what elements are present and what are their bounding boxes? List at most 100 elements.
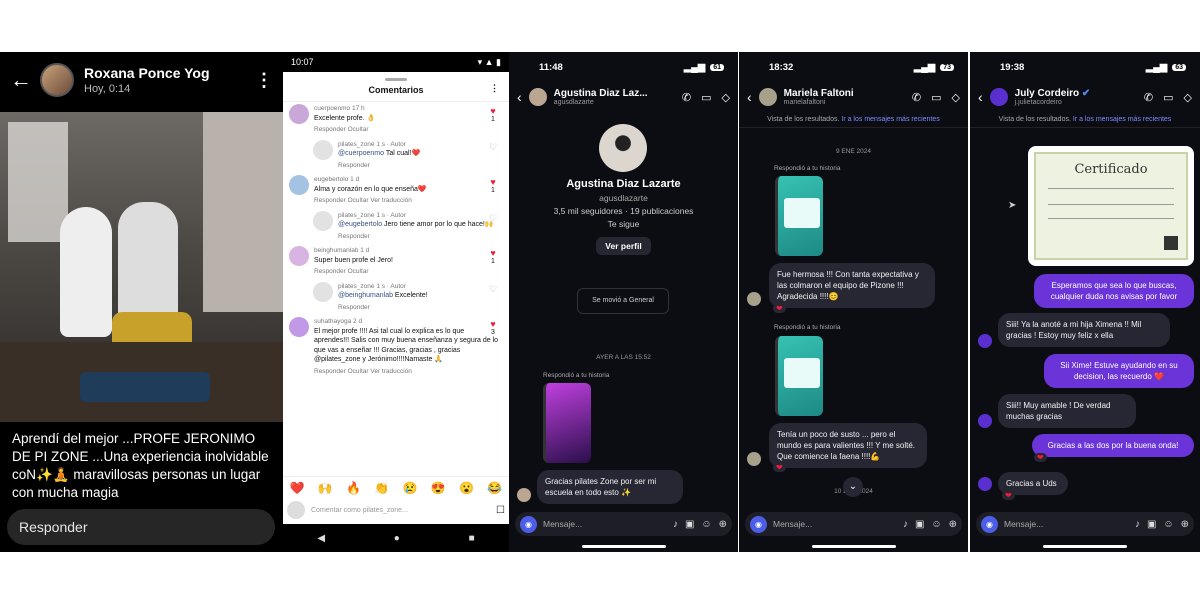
phone-icon[interactable]: ✆ — [682, 91, 691, 104]
comment-actions[interactable]: Responder Ocultar — [314, 267, 499, 277]
back-icon[interactable]: ‹ — [517, 89, 522, 105]
profile-photo[interactable] — [599, 124, 647, 172]
emoji-shortcut[interactable]: 👏 — [374, 481, 389, 495]
phone-icon[interactable]: ✆ — [912, 91, 921, 104]
scroll-down-button[interactable]: ⌄ — [843, 477, 863, 497]
drag-handle[interactable] — [385, 78, 407, 81]
like-button[interactable]: ♥ 3 — [487, 319, 499, 336]
story-thumbnail[interactable] — [775, 336, 823, 416]
recent-messages-link[interactable]: Ir a los mensajes más recientes — [1073, 116, 1171, 123]
gallery-icon[interactable]: ▣ — [915, 519, 924, 530]
like-button[interactable]: ♥ 1 — [487, 177, 499, 194]
avatar[interactable] — [758, 88, 777, 106]
back-icon[interactable]: ◀ — [317, 533, 325, 544]
message-input[interactable]: Mensaje... — [773, 519, 812, 529]
comment-username[interactable]: eugebertolo 1 d — [314, 175, 499, 185]
emoji-shortcut[interactable]: 😢 — [403, 481, 418, 495]
emoji-shortcut[interactable]: 🔥 — [346, 481, 361, 495]
sticker-icon[interactable]: ☺ — [931, 519, 941, 530]
more-options-icon[interactable]: ⋮ — [490, 83, 499, 94]
plus-icon[interactable]: ⊕ — [949, 519, 957, 530]
more-options-icon[interactable]: ⋮ — [255, 70, 273, 91]
comment-username[interactable]: beinghumanlab 1 d — [314, 246, 499, 256]
heart-reaction[interactable]: ❤ — [1002, 491, 1015, 500]
avatar[interactable] — [313, 210, 333, 231]
avatar[interactable] — [289, 175, 309, 195]
contact-name[interactable]: Mariela Faltoni — [784, 88, 854, 99]
camera-icon[interactable]: ◉ — [750, 515, 767, 533]
comment-actions[interactable]: Responder Ocultar Ver traducción — [314, 196, 499, 206]
view-profile-button[interactable]: Ver perfil — [596, 237, 651, 255]
comment-actions[interactable]: Responder — [338, 303, 499, 313]
camera-icon[interactable]: ◉ — [981, 515, 998, 533]
emoji-shortcut[interactable]: 🙌 — [318, 481, 333, 495]
home-icon[interactable]: ● — [394, 533, 400, 544]
heart-reaction[interactable]: ❤ — [773, 304, 786, 313]
recents-icon[interactable]: ■ — [469, 533, 475, 544]
message-input[interactable]: Mensaje... — [543, 519, 582, 529]
reply-input[interactable]: Responder — [7, 509, 275, 545]
comment-username[interactable]: pilates_zone 1 s · Autor — [338, 282, 499, 292]
sticker-icon[interactable]: ☺ — [701, 519, 711, 530]
comment-username[interactable]: cuerpoenmo 17 h — [314, 104, 499, 114]
comment-actions[interactable]: Responder — [338, 232, 499, 242]
comment-actions[interactable]: Responder Ocultar Ver traducción — [314, 367, 499, 377]
plus-icon[interactable]: ⊕ — [719, 519, 727, 530]
comment-username[interactable]: pilates_zone 1 s · Autor — [338, 211, 499, 221]
heart-reaction[interactable]: ❤ — [773, 463, 786, 472]
avatar[interactable] — [289, 246, 309, 266]
mic-icon[interactable]: ♪ — [673, 519, 678, 530]
story-thumbnail[interactable] — [775, 176, 823, 256]
mic-icon[interactable]: ♪ — [1135, 519, 1140, 530]
emoji-shortcut[interactable]: ❤️ — [290, 481, 305, 495]
story-thumbnail[interactable] — [543, 383, 591, 463]
video-icon[interactable]: ▭ — [931, 91, 941, 104]
sticker-icon[interactable]: ☐ — [496, 505, 505, 516]
like-button[interactable]: ♡ — [487, 284, 499, 295]
sticker-icon[interactable]: ☺ — [1163, 519, 1173, 530]
video-icon[interactable]: ▭ — [701, 91, 711, 104]
avatar[interactable] — [313, 281, 333, 302]
gallery-icon[interactable]: ▣ — [1147, 519, 1156, 530]
comment-actions[interactable]: Responder — [338, 161, 499, 171]
mention-link[interactable]: @cuerpoenmo — [338, 150, 384, 157]
like-button[interactable]: ♡ — [487, 213, 499, 224]
comment-username[interactable]: pilates_zone 1 s · Autor — [338, 140, 499, 150]
heart-reaction[interactable]: ❤ — [1034, 453, 1047, 462]
contact-name[interactable]: Agustina Diaz Laz... — [554, 88, 648, 99]
avatar[interactable] — [289, 104, 309, 124]
like-button[interactable]: ♥ 1 — [487, 248, 499, 265]
camera-icon[interactable]: ◉ — [520, 515, 537, 533]
back-icon[interactable]: ‹ — [978, 89, 983, 105]
plus-icon[interactable]: ⊕ — [1181, 519, 1189, 530]
share-icon[interactable]: ➤ — [1008, 200, 1016, 211]
comment-input[interactable]: Comentar como pilates_zone... — [311, 507, 408, 514]
back-arrow-icon[interactable]: ← — [10, 67, 32, 93]
contact-name[interactable]: July Cordeiro ✔ — [1015, 88, 1091, 99]
emoji-shortcut[interactable]: 😮 — [459, 481, 474, 495]
mention-link[interactable]: @eugebertolo — [338, 221, 382, 228]
avatar[interactable] — [989, 88, 1008, 106]
emoji-shortcut[interactable]: 😂 — [487, 481, 502, 495]
avatar[interactable] — [40, 63, 74, 97]
tag-icon[interactable]: ◇ — [1184, 91, 1192, 104]
video-icon[interactable]: ▭ — [1163, 91, 1173, 104]
comment-actions[interactable]: Responder Ocultar — [314, 125, 499, 135]
phone-icon[interactable]: ✆ — [1144, 91, 1153, 104]
recent-messages-link[interactable]: Ir a los mensajes más recientes — [841, 116, 939, 123]
tag-icon[interactable]: ◇ — [722, 91, 730, 104]
gallery-icon[interactable]: ▣ — [685, 519, 694, 530]
comment-username[interactable]: suhathayoga 2 d — [314, 317, 499, 327]
certificate-image[interactable]: Certificado — [1028, 146, 1194, 266]
message-input[interactable]: Mensaje... — [1004, 519, 1043, 529]
tag-icon[interactable]: ◇ — [952, 91, 960, 104]
emoji-shortcut[interactable]: 😍 — [431, 481, 446, 495]
avatar[interactable] — [289, 317, 309, 337]
avatar[interactable] — [313, 139, 333, 160]
like-button[interactable]: ♡ — [487, 142, 499, 153]
mic-icon[interactable]: ♪ — [903, 519, 908, 530]
like-button[interactable]: ♥ 1 — [487, 106, 499, 123]
avatar[interactable] — [528, 88, 547, 106]
mention-link[interactable]: @beinghumanlab — [338, 292, 393, 299]
back-icon[interactable]: ‹ — [747, 89, 752, 105]
